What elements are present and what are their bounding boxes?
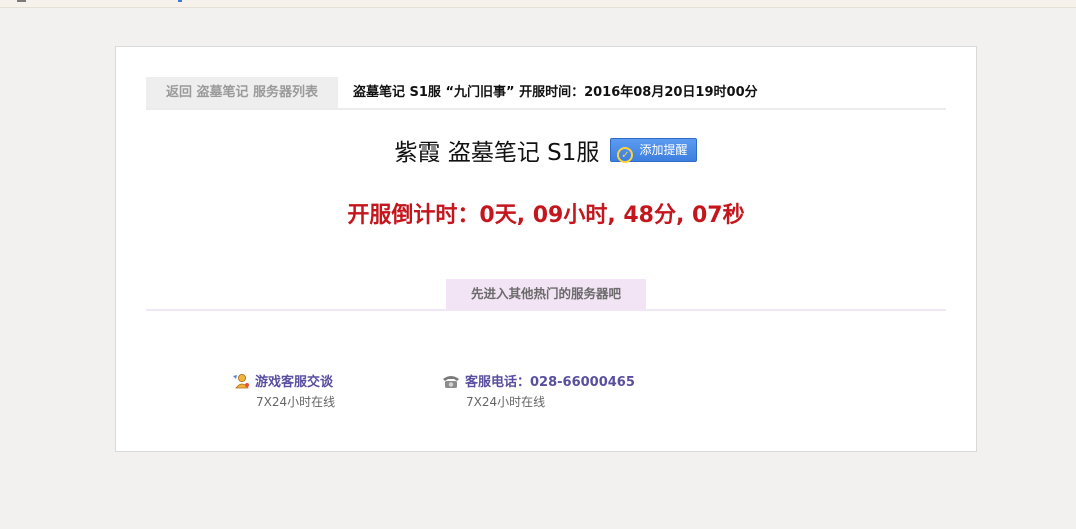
server-open-time-title: 盗墓笔记 S1服 “九门旧事” 开服时间：2016年08月20日19时00分 bbox=[353, 85, 758, 100]
customer-chat-block: 游戏客服交谈 7X24小时在线 bbox=[231, 371, 335, 410]
browser-top-strip bbox=[0, 0, 1076, 8]
telephone-icon bbox=[441, 373, 461, 389]
chat-hours: 7X24小时在线 bbox=[256, 395, 336, 409]
back-to-server-list-link[interactable]: 返回 盗墓笔记 服务器列表 bbox=[146, 77, 338, 108]
server-title-row: 紫霞 盗墓笔记 S1服 ✓ 添加提醒 bbox=[116, 133, 976, 167]
server-name: 紫霞 盗墓笔记 S1服 bbox=[394, 140, 600, 166]
server-info-card: 返回 盗墓笔记 服务器列表 盗墓笔记 S1服 “九门旧事” 开服时间：2016年… bbox=[115, 46, 977, 452]
customer-service-icon bbox=[231, 373, 251, 389]
phone-hours: 7X24小时在线 bbox=[466, 395, 546, 409]
top-strip-mark bbox=[17, 0, 26, 2]
add-reminder-label: 添加提醒 bbox=[639, 143, 688, 157]
check-circle-icon: ✓ bbox=[617, 147, 634, 163]
open-countdown: 开服倒计时：0天, 09小时, 48分, 07秒 bbox=[347, 203, 745, 228]
page-header: 返回 盗墓笔记 服务器列表 盗墓笔记 S1服 “九门旧事” 开服时间：2016年… bbox=[146, 77, 946, 110]
customer-phone-block: 客服电话：028-66000465 7X24小时在线 bbox=[441, 371, 635, 410]
support-phone-number: 客服电话：028-66000465 bbox=[465, 375, 635, 390]
hot-servers-section-header: 先进入其他热门的服务器吧 bbox=[146, 279, 946, 311]
hot-servers-label: 先进入其他热门的服务器吧 bbox=[446, 279, 646, 309]
add-reminder-button[interactable]: ✓ 添加提醒 bbox=[610, 138, 698, 163]
game-support-chat-link[interactable]: 游戏客服交谈 bbox=[255, 375, 333, 390]
top-strip-mark-blue bbox=[178, 0, 182, 2]
